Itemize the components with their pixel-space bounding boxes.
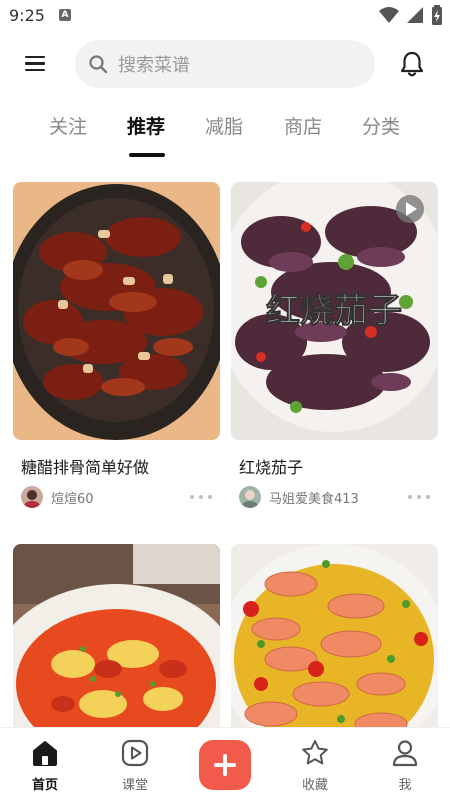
- nav-me[interactable]: 我: [375, 738, 435, 793]
- status-bar: 9:25 A: [0, 0, 450, 30]
- status-icons: [379, 5, 443, 25]
- bell-icon: [400, 51, 424, 77]
- more-dot-icon: [417, 495, 421, 499]
- menu-button[interactable]: [22, 52, 48, 76]
- search-placeholder: 搜索菜谱: [118, 55, 190, 76]
- cell-signal-icon: [407, 7, 423, 23]
- tab-categories[interactable]: 分类: [362, 112, 400, 139]
- more-dot-icon: [199, 495, 203, 499]
- nav-home-label: 首页: [31, 778, 58, 793]
- nav-me-label: 我: [398, 778, 412, 793]
- more-options-button[interactable]: [190, 492, 212, 502]
- nav-home[interactable]: 首页: [15, 738, 75, 793]
- recipe-image: 红烧茄子: [231, 182, 438, 440]
- menu-icon-bar: [25, 56, 45, 59]
- recipe-title: 糖醋排骨简单好做: [21, 458, 150, 477]
- notification-a-icon: A: [59, 9, 71, 21]
- add-recipe-button[interactable]: [199, 740, 251, 790]
- tab-store[interactable]: 商店: [284, 112, 322, 139]
- more-dot-icon: [408, 495, 412, 499]
- more-dot-icon: [426, 495, 430, 499]
- battery-icon: [432, 5, 442, 25]
- search-icon: [89, 55, 108, 74]
- play-square-icon: [121, 739, 149, 767]
- recipe-image-caption: 红烧茄子: [266, 291, 402, 331]
- author-name: 马姐爱美食413: [269, 491, 359, 507]
- recipe-image: [231, 544, 438, 744]
- menu-icon-bar: [25, 62, 45, 65]
- status-time: 9:25: [9, 6, 45, 25]
- more-options-button[interactable]: [408, 492, 430, 502]
- more-dot-icon: [190, 495, 194, 499]
- nav-classroom-label: 课堂: [121, 778, 148, 793]
- bottom-navigation: 首页 课堂 收藏 我: [0, 727, 450, 800]
- nav-favorites[interactable]: 收藏: [285, 738, 345, 793]
- category-tabs: 关注 推荐 减脂 商店 分类: [0, 112, 450, 162]
- notification-button[interactable]: [398, 50, 426, 78]
- recipe-author[interactable]: 煊煊60: [21, 486, 94, 508]
- active-tab-indicator: [129, 153, 165, 157]
- tab-fat-loss[interactable]: 减脂: [205, 112, 243, 139]
- home-icon: [33, 741, 57, 766]
- avatar: [239, 486, 261, 508]
- header: 搜索菜谱: [0, 40, 450, 90]
- recipe-title: 红烧茄子: [239, 458, 304, 477]
- nav-classroom[interactable]: 课堂: [105, 738, 165, 793]
- wifi-icon: [379, 7, 399, 23]
- tab-following[interactable]: 关注: [49, 112, 87, 139]
- menu-icon-bar: [25, 68, 45, 72]
- avatar: [21, 486, 43, 508]
- search-input[interactable]: 搜索菜谱: [75, 40, 375, 88]
- person-icon: [392, 740, 418, 767]
- plus-icon: [223, 754, 227, 776]
- tab-recommended[interactable]: 推荐: [127, 112, 165, 139]
- nav-favorites-label: 收藏: [301, 778, 328, 793]
- more-dot-icon: [208, 495, 212, 499]
- author-name: 煊煊60: [51, 491, 94, 507]
- star-icon: [302, 740, 328, 765]
- recipe-author[interactable]: 马姐爱美食413: [239, 486, 359, 508]
- recipe-image: [13, 544, 220, 744]
- recipe-image: [13, 182, 220, 440]
